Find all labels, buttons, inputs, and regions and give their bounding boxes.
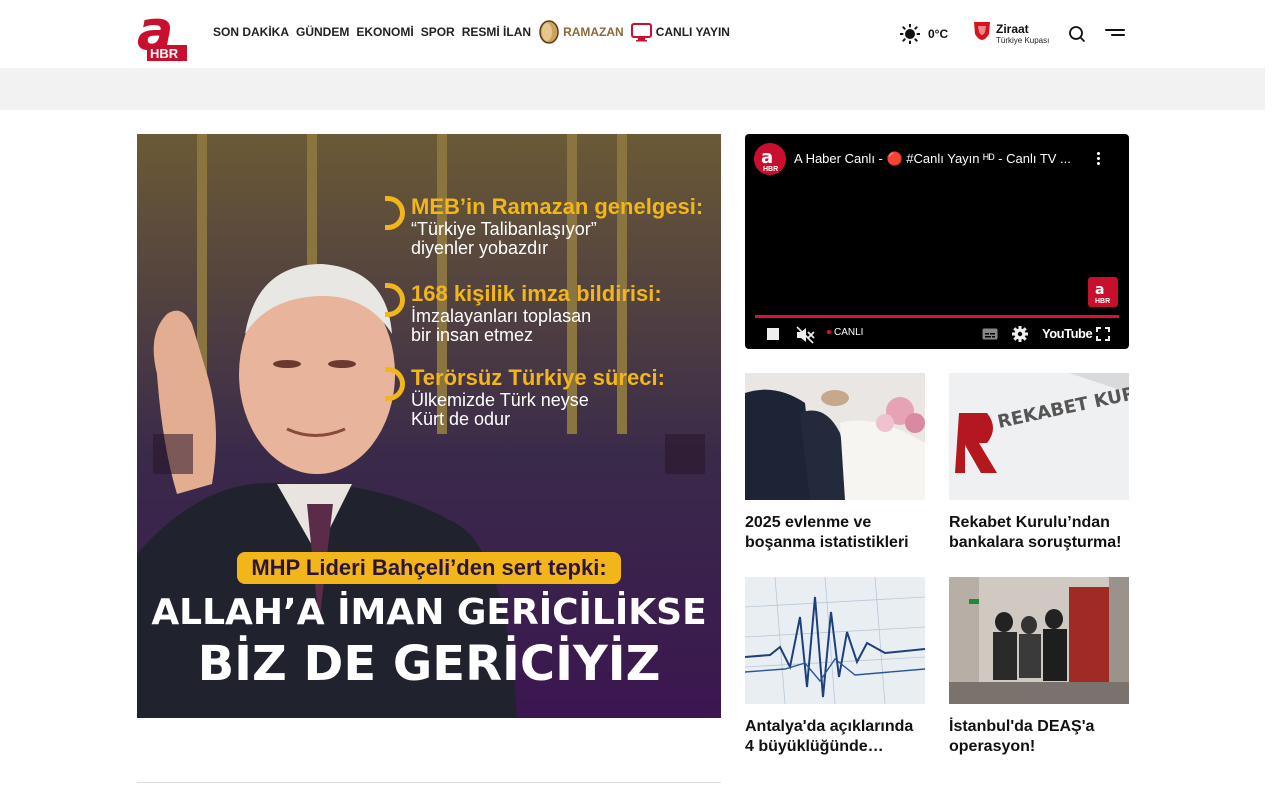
more-options-icon[interactable]: [1097, 152, 1101, 168]
news-caption[interactable]: Antalya'da açıklarında 4 büyüklüğünde…: [745, 717, 925, 757]
slider-next-button[interactable]: [665, 434, 705, 474]
nav-canli-yayin-label: CANLI YAYIN: [655, 25, 730, 39]
nav-resmi-ilan[interactable]: RESMİ İLAN: [462, 25, 531, 39]
subtitles-icon[interactable]: [982, 328, 998, 340]
hero-point-head: 168 kişilik imza bildirisi:: [411, 281, 662, 306]
channel-logo[interactable]: a HBR: [754, 143, 786, 175]
menu-button[interactable]: [1105, 26, 1125, 40]
hero-point-head: Terörsüz Türkiye süreci:: [411, 365, 665, 390]
watermark-label: HBR: [1095, 298, 1110, 305]
nav-ramazan[interactable]: RAMAZAN: [538, 20, 624, 44]
hero-point-2: 168 kişilik imza bildirisi: İmzalayanlar…: [385, 281, 662, 345]
fullscreen-icon[interactable]: [1096, 327, 1110, 341]
weather-temp: 0°C: [928, 27, 949, 41]
live-label[interactable]: CANLI: [834, 327, 863, 338]
news-thumb-operation[interactable]: [949, 577, 1129, 704]
stop-icon[interactable]: [766, 327, 780, 341]
drum-icon: [539, 20, 559, 44]
sponsor-brand: Ziraat: [996, 22, 1029, 36]
hero-point-line: Kürt de odur: [411, 408, 511, 429]
news-thumb-wedding[interactable]: [745, 373, 925, 500]
news-caption[interactable]: Rekabet Kurulu’ndan bankalara soruşturma…: [949, 513, 1129, 553]
hero-point-line: İmzalayanları toplasan: [411, 306, 592, 326]
channel-watermark: a HBR: [1088, 277, 1118, 307]
logo-label: HBR: [150, 46, 179, 61]
ziraat-cup-icon: [974, 22, 990, 40]
channel-logo-label: HBR: [763, 166, 778, 173]
nav-ramazan-label: RAMAZAN: [563, 25, 624, 39]
nav-spor[interactable]: SPOR: [421, 25, 455, 39]
news-caption[interactable]: İstanbul'da DEAŞ'a operasyon!: [949, 717, 1129, 757]
hero-point-line: diyenler yobazdır: [411, 237, 549, 258]
hero-point-head: MEB’in Ramazan genelgesi:: [411, 194, 704, 219]
hero-headline-2: BİZ DE GERİCİYİZ: [197, 636, 661, 692]
sponsor-ziraat[interactable]: Ziraat Türkiye Kupası: [971, 20, 1049, 48]
news-card[interactable]: REKABET KURUMU Rekabet Kurulu’ndan banka…: [949, 373, 1129, 553]
news-card[interactable]: Antalya'da açıklarında 4 büyüklüğünde…: [745, 577, 925, 757]
news-card[interactable]: İstanbul'da DEAŞ'a operasyon!: [949, 577, 1129, 757]
bracket-icon: [385, 367, 405, 401]
news-thumb-rekabet[interactable]: REKABET KURUMU: [949, 373, 1129, 500]
hero-divider: [137, 782, 721, 783]
hero-point-line: bir insan etmez: [411, 324, 534, 345]
hero-point-1: MEB’in Ramazan genelgesi: “Türkiye Talib…: [385, 194, 703, 258]
main-nav: SON DAKİKA GÜNDEM EKONOMİ SPOR RESMİ İLA…: [213, 20, 730, 44]
live-video-player[interactable]: a HBR A Haber Canlı - 🔴 #Canlı Yayın ᴴᴰ …: [745, 134, 1129, 349]
weather-widget[interactable]: 0°C: [900, 24, 948, 44]
slider-prev-button[interactable]: [153, 434, 193, 474]
video-controls: CANLI YouTube: [745, 322, 1129, 348]
svg-text:a: a: [761, 147, 773, 168]
svg-text:a: a: [1095, 282, 1104, 298]
hero-tag-wrap: MHP Lideri Bahçeli’den sert tepki:: [137, 552, 721, 584]
news-caption[interactable]: 2025 evlenme ve boşanma istatistikleri: [745, 513, 925, 553]
hero-point-line: Ülkemizde Türk neyse: [411, 390, 589, 410]
nav-son-dakika[interactable]: SON DAKİKA: [213, 25, 289, 39]
hero-tag: MHP Lideri Bahçeli’den sert tepki:: [237, 552, 621, 584]
nav-canli-yayin[interactable]: CANLI YAYIN: [630, 22, 730, 42]
sun-icon: [900, 24, 920, 44]
site-logo[interactable]: a HBR: [137, 0, 189, 63]
sponsor-sub: Türkiye Kupası: [996, 36, 1050, 45]
mute-icon[interactable]: [795, 325, 815, 345]
hero-point-line: “Türkiye Talibanlaşıyor”: [411, 219, 597, 239]
video-progress-bar[interactable]: [755, 315, 1119, 318]
nav-ekonomi[interactable]: EKONOMİ: [356, 25, 413, 39]
hero-point-3: Terörsüz Türkiye süreci: Ülkemizde Türk …: [385, 365, 665, 429]
bracket-icon: [385, 283, 405, 317]
news-thumb-earthquake[interactable]: [745, 577, 925, 704]
settings-gear-icon[interactable]: [1012, 326, 1028, 342]
news-card[interactable]: 2025 evlenme ve boşanma istatistikleri: [745, 373, 925, 553]
hero-headline-1: ALLAH’A İMAN GERİCİLİKSE: [151, 592, 707, 633]
search-button[interactable]: [1068, 25, 1086, 43]
hero-slide[interactable]: MEB’in Ramazan genelgesi: “Türkiye Talib…: [137, 134, 721, 718]
tv-icon: [630, 22, 652, 41]
search-icon: [1069, 26, 1085, 42]
live-dot-icon: [827, 330, 831, 334]
ad-banner-strip: [0, 68, 1265, 110]
bracket-icon: [385, 196, 405, 230]
nav-gundem[interactable]: GÜNDEM: [296, 25, 349, 39]
youtube-logo[interactable]: YouTube: [1042, 326, 1093, 341]
hamburger-icon-bar: [1111, 34, 1125, 36]
hamburger-icon: [1105, 29, 1125, 31]
site-header: a HBR SON DAKİKA GÜNDEM EKONOMİ SPOR RES…: [0, 0, 1280, 68]
video-title[interactable]: A Haber Canlı - 🔴 #Canlı Yayın ᴴᴰ - Canl…: [794, 151, 1071, 167]
